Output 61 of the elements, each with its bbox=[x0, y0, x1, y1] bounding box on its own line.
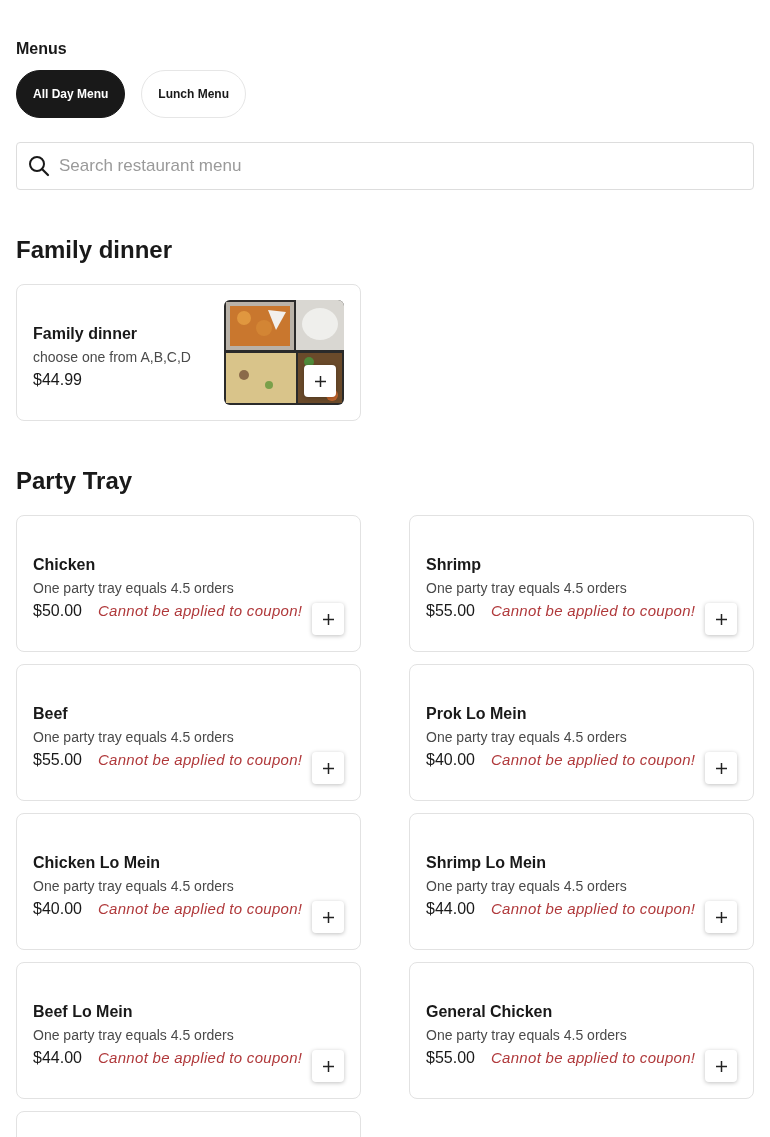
item-price: $40.00 bbox=[33, 899, 82, 918]
menu-item-card[interactable]: Shrimp One party tray equals 4.5 orders $55.00 Cannot be applied to coupon! bbox=[409, 515, 754, 652]
plus-icon bbox=[715, 762, 727, 774]
coupon-note: Cannot be applied to coupon! bbox=[490, 899, 696, 917]
item-name: Chicken bbox=[33, 555, 96, 574]
item-price: $44.99 bbox=[33, 370, 82, 389]
coupon-note: Cannot be applied to coupon! bbox=[490, 601, 696, 619]
menu-item-card[interactable]: Family dinner choose one from A,B,C,D $44.99 bbox=[16, 284, 361, 421]
plus-icon bbox=[314, 375, 326, 387]
menu-item-card[interactable]: Chicken Lo Mein One party tray equals 4.5 orders $40.00 Cannot be applied to coupon! bbox=[16, 813, 361, 950]
coupon-note: Cannot be applied to coupon! bbox=[490, 1048, 696, 1066]
menu-item-card[interactable]: Chicken One party tray equals 4.5 orders $50.00 Cannot be applied to coupon! bbox=[16, 515, 361, 652]
item-description: One party tray equals 4.5 orders bbox=[426, 728, 627, 745]
item-name: Chicken Lo Mein bbox=[33, 853, 161, 872]
item-description: One party tray equals 4.5 orders bbox=[33, 877, 234, 894]
plus-icon bbox=[715, 613, 727, 625]
menu-item-card[interactable]: Beef Lo Mein One party tray equals 4.5 orders $44.00 Cannot be applied to coupon! bbox=[16, 962, 361, 1099]
item-price: $40.00 bbox=[426, 750, 475, 769]
item-price: $55.00 bbox=[33, 750, 82, 769]
item-name: Prok Lo Mein bbox=[426, 704, 527, 723]
item-name: General Chicken bbox=[426, 1002, 553, 1021]
item-description: One party tray equals 4.5 orders bbox=[33, 1026, 234, 1043]
plus-icon bbox=[322, 911, 334, 923]
search-field[interactable]: Search restaurant menu bbox=[16, 142, 754, 190]
coupon-note: Cannot be applied to coupon! bbox=[97, 1048, 303, 1066]
menu-item-card[interactable]: General Chicken One party tray equals 4.5 orders $55.00 Cannot be applied to coupon! bbox=[409, 962, 754, 1099]
item-description: One party tray equals 4.5 orders bbox=[33, 728, 234, 745]
search-icon bbox=[28, 155, 50, 177]
item-name: Beef Lo Mein bbox=[33, 1002, 133, 1021]
menu-item-card[interactable]: Shrimp Lo Mein One party tray equals 4.5 orders $44.00 Cannot be applied to coupon! bbox=[409, 813, 754, 950]
menu-tab[interactable]: Lunch Menu bbox=[141, 70, 247, 118]
section-heading: Family dinner bbox=[16, 236, 173, 264]
item-description: One party tray equals 4.5 orders bbox=[426, 1026, 627, 1043]
item-description: choose one from A,B,C,D bbox=[33, 348, 191, 365]
plus-icon bbox=[322, 1060, 334, 1072]
item-name: Beef bbox=[33, 704, 68, 723]
item-price: $44.00 bbox=[426, 899, 475, 918]
plus-icon bbox=[715, 1060, 727, 1072]
item-name: Family dinner bbox=[33, 324, 138, 343]
item-price: $55.00 bbox=[426, 601, 475, 620]
item-price: $50.00 bbox=[33, 601, 82, 620]
item-price: $55.00 bbox=[426, 1048, 475, 1067]
menu-item-card[interactable]: Prok Lo Mein One party tray equals 4.5 orders $40.00 Cannot be applied to coupon! bbox=[409, 664, 754, 801]
coupon-note: Cannot be applied to coupon! bbox=[97, 601, 303, 619]
menu-item-card[interactable]: Beef One party tray equals 4.5 orders $55.00 Cannot be applied to coupon! bbox=[16, 664, 361, 801]
coupon-note: Cannot be applied to coupon! bbox=[490, 750, 696, 768]
plus-icon bbox=[322, 613, 334, 625]
plus-icon bbox=[715, 911, 727, 923]
item-description: One party tray equals 4.5 orders bbox=[426, 877, 627, 894]
add-button[interactable] bbox=[304, 365, 336, 397]
item-description: One party tray equals 4.5 orders bbox=[426, 579, 627, 596]
menus-heading: Menus bbox=[16, 40, 67, 58]
item-description: One party tray equals 4.5 orders bbox=[33, 579, 234, 596]
coupon-note: Cannot be applied to coupon! bbox=[97, 750, 303, 768]
item-name: Shrimp bbox=[426, 555, 482, 574]
plus-icon bbox=[322, 762, 334, 774]
item-name: Shrimp Lo Mein bbox=[426, 853, 546, 872]
section-heading: Party Tray bbox=[16, 467, 133, 495]
coupon-note: Cannot be applied to coupon! bbox=[97, 899, 303, 917]
item-price: $44.00 bbox=[33, 1048, 82, 1067]
menu-tab[interactable]: All Day Menu bbox=[16, 70, 126, 118]
